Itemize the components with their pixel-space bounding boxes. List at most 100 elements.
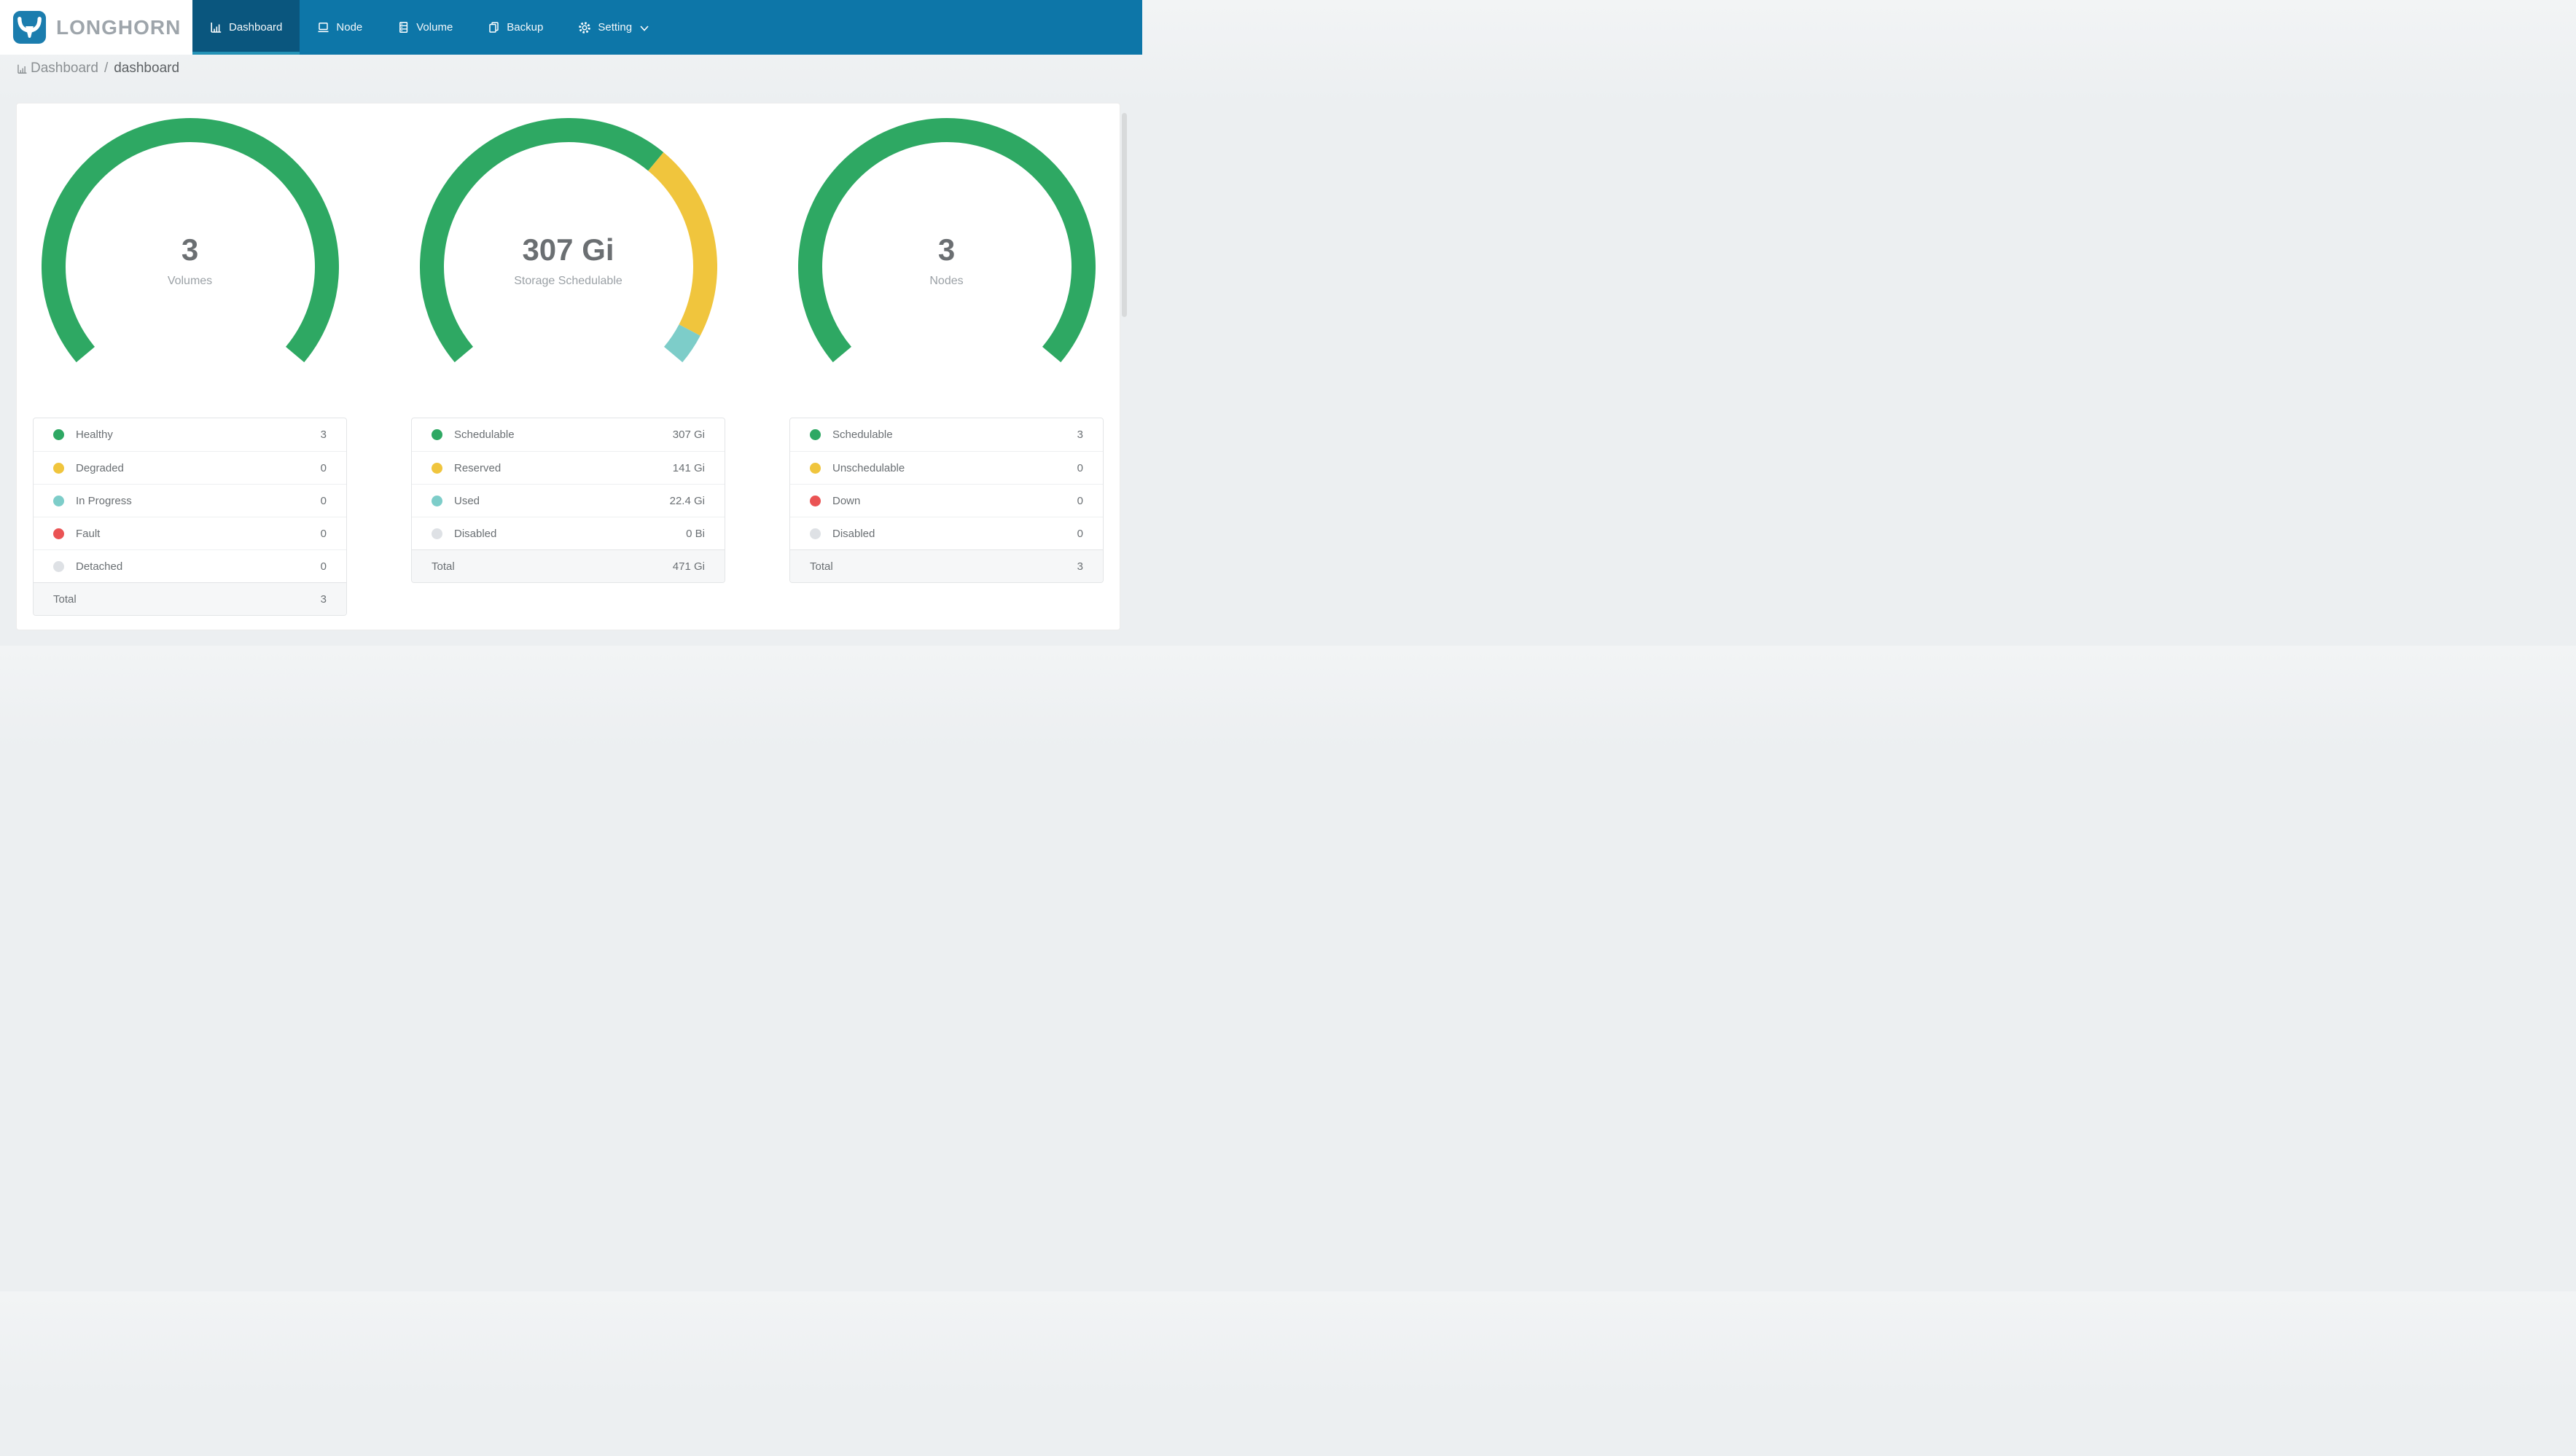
total-label: Total [810,560,833,573]
nodes-panel: 3 Nodes Schedulable 3 Unschedulable 0 Down 0 D… [789,103,1104,630]
legend-label: Schedulable [832,428,893,441]
bar-chart-icon [211,23,222,33]
legend-row-disabled: Disabled 0 [790,517,1103,549]
longhorn-logo-icon [12,10,47,44]
legend-row-down: Down 0 [790,484,1103,517]
legend-value: 3 [320,428,327,441]
legend-row-healthy: Healthy 3 [34,418,346,451]
laptop-icon [318,23,329,33]
status-dot [810,495,821,506]
legend-value: 0 [320,461,327,474]
vertical-scrollbar-thumb[interactable] [1122,113,1127,317]
legend-value: 0 [1077,527,1083,540]
legend-row-used: Used 22.4 Gi [412,484,725,517]
total-label: Total [432,560,455,573]
total-label: Total [53,592,77,606]
total-value: 3 [1077,560,1083,573]
donut-segment-reserved [647,152,717,336]
breadcrumb: Dashboard / dashboard [0,55,1142,82]
chevron-down-icon [640,26,649,31]
legend-label: Degraded [76,461,124,474]
total-value: 3 [320,592,327,606]
legend-label: Unschedulable [832,461,905,474]
logo-section[interactable]: LONGHORN [0,0,192,55]
status-dot [53,462,64,474]
bar-chart-icon [17,64,27,74]
legend-label: Detached [76,560,123,573]
legend-value: 307 Gi [672,428,705,441]
status-dot [53,429,64,440]
nav-item-node[interactable]: Node [300,0,380,55]
dashboard-card: 3 Volumes Healthy 3 Degraded 0 In Progress 0 F… [16,103,1120,630]
nav-item-label: Dashboard [229,21,283,34]
legend-value: 22.4 Gi [669,494,705,507]
status-dot [432,528,442,539]
legend-row-fault: Fault 0 [34,517,346,549]
top-navbar: LONGHORN Dashboard Node Volume Backup Se… [0,0,1142,55]
legend-row-degraded: Degraded 0 [34,451,346,484]
nodes-legend-table: Schedulable 3 Unschedulable 0 Down 0 Disabled 0… [789,418,1104,583]
nav-item-dashboard[interactable]: Dashboard [192,0,300,55]
legend-row-unschedulable: Unschedulable 0 [790,451,1103,484]
status-dot [432,462,442,474]
status-dot [810,429,821,440]
legend-row-schedulable: Schedulable 3 [790,418,1103,451]
legend-row-detached: Detached 0 [34,549,346,582]
status-dot [53,560,64,572]
volumes-donut-chart [41,118,339,363]
volumes-panel: 3 Volumes Healthy 3 Degraded 0 In Progress 0 F… [33,103,347,630]
legend-label: Used [454,494,480,507]
main-nav: Dashboard Node Volume Backup Setting [192,0,666,55]
legend-row-in-progress: In Progress 0 [34,484,346,517]
server-icon [399,22,408,33]
status-dot [810,528,821,539]
legend-value: 141 Gi [672,461,705,474]
nav-item-backup[interactable]: Backup [470,0,561,55]
nav-item-label: Volume [416,21,453,34]
legend-value: 3 [1077,428,1083,441]
status-dot [432,429,442,440]
nav-item-label: Setting [598,21,633,34]
legend-total-row: Total 471 Gi [412,549,725,582]
legend-value: 0 [1077,494,1083,507]
volumes-legend-table: Healthy 3 Degraded 0 In Progress 0 Fault 0 Detac… [33,418,347,616]
legend-row-reserved: Reserved 141 Gi [412,451,725,484]
status-dot [53,528,64,539]
status-dot [432,495,442,506]
legend-value: 0 [320,560,327,573]
legend-label: Schedulable [454,428,515,441]
legend-label: Disabled [454,527,497,540]
legend-row-schedulable: Schedulable 307 Gi [412,418,725,451]
storage-donut-chart [419,118,717,363]
legend-value: 0 [1077,461,1083,474]
app-title: LONGHORN [56,15,182,39]
status-dot [810,462,821,474]
legend-label: Reserved [454,461,501,474]
legend-row-disabled: Disabled 0 Bi [412,517,725,549]
nav-item-setting[interactable]: Setting [561,0,666,55]
legend-value: 0 [320,527,327,540]
total-value: 471 Gi [672,560,705,573]
donut-segment-used [663,324,700,363]
nav-item-volume[interactable]: Volume [380,0,470,55]
storage-legend-table: Schedulable 307 Gi Reserved 141 Gi Used 22.4 … [411,418,725,583]
donut-segment-schedulable [419,118,663,363]
legend-value: 0 [320,494,327,507]
storage-panel: 307 Gi Storage Schedulable Schedulable 30… [411,103,725,630]
gear-icon [579,21,591,34]
status-dot [53,495,64,506]
legend-label: Healthy [76,428,113,441]
nodes-donut-chart [797,118,1096,363]
legend-label: Fault [76,527,101,540]
donut-segment-schedulable [797,118,1096,363]
donut-segment-healthy [41,118,339,363]
legend-label: Disabled [832,527,875,540]
nav-item-label: Backup [507,21,544,34]
legend-label: Down [832,494,861,507]
breadcrumb-section[interactable]: Dashboard [31,60,98,77]
copy-icon [489,22,499,33]
legend-label: In Progress [76,494,132,507]
legend-value: 0 Bi [686,527,705,540]
breadcrumb-separator: / [104,60,109,76]
legend-total-row: Total 3 [790,549,1103,582]
